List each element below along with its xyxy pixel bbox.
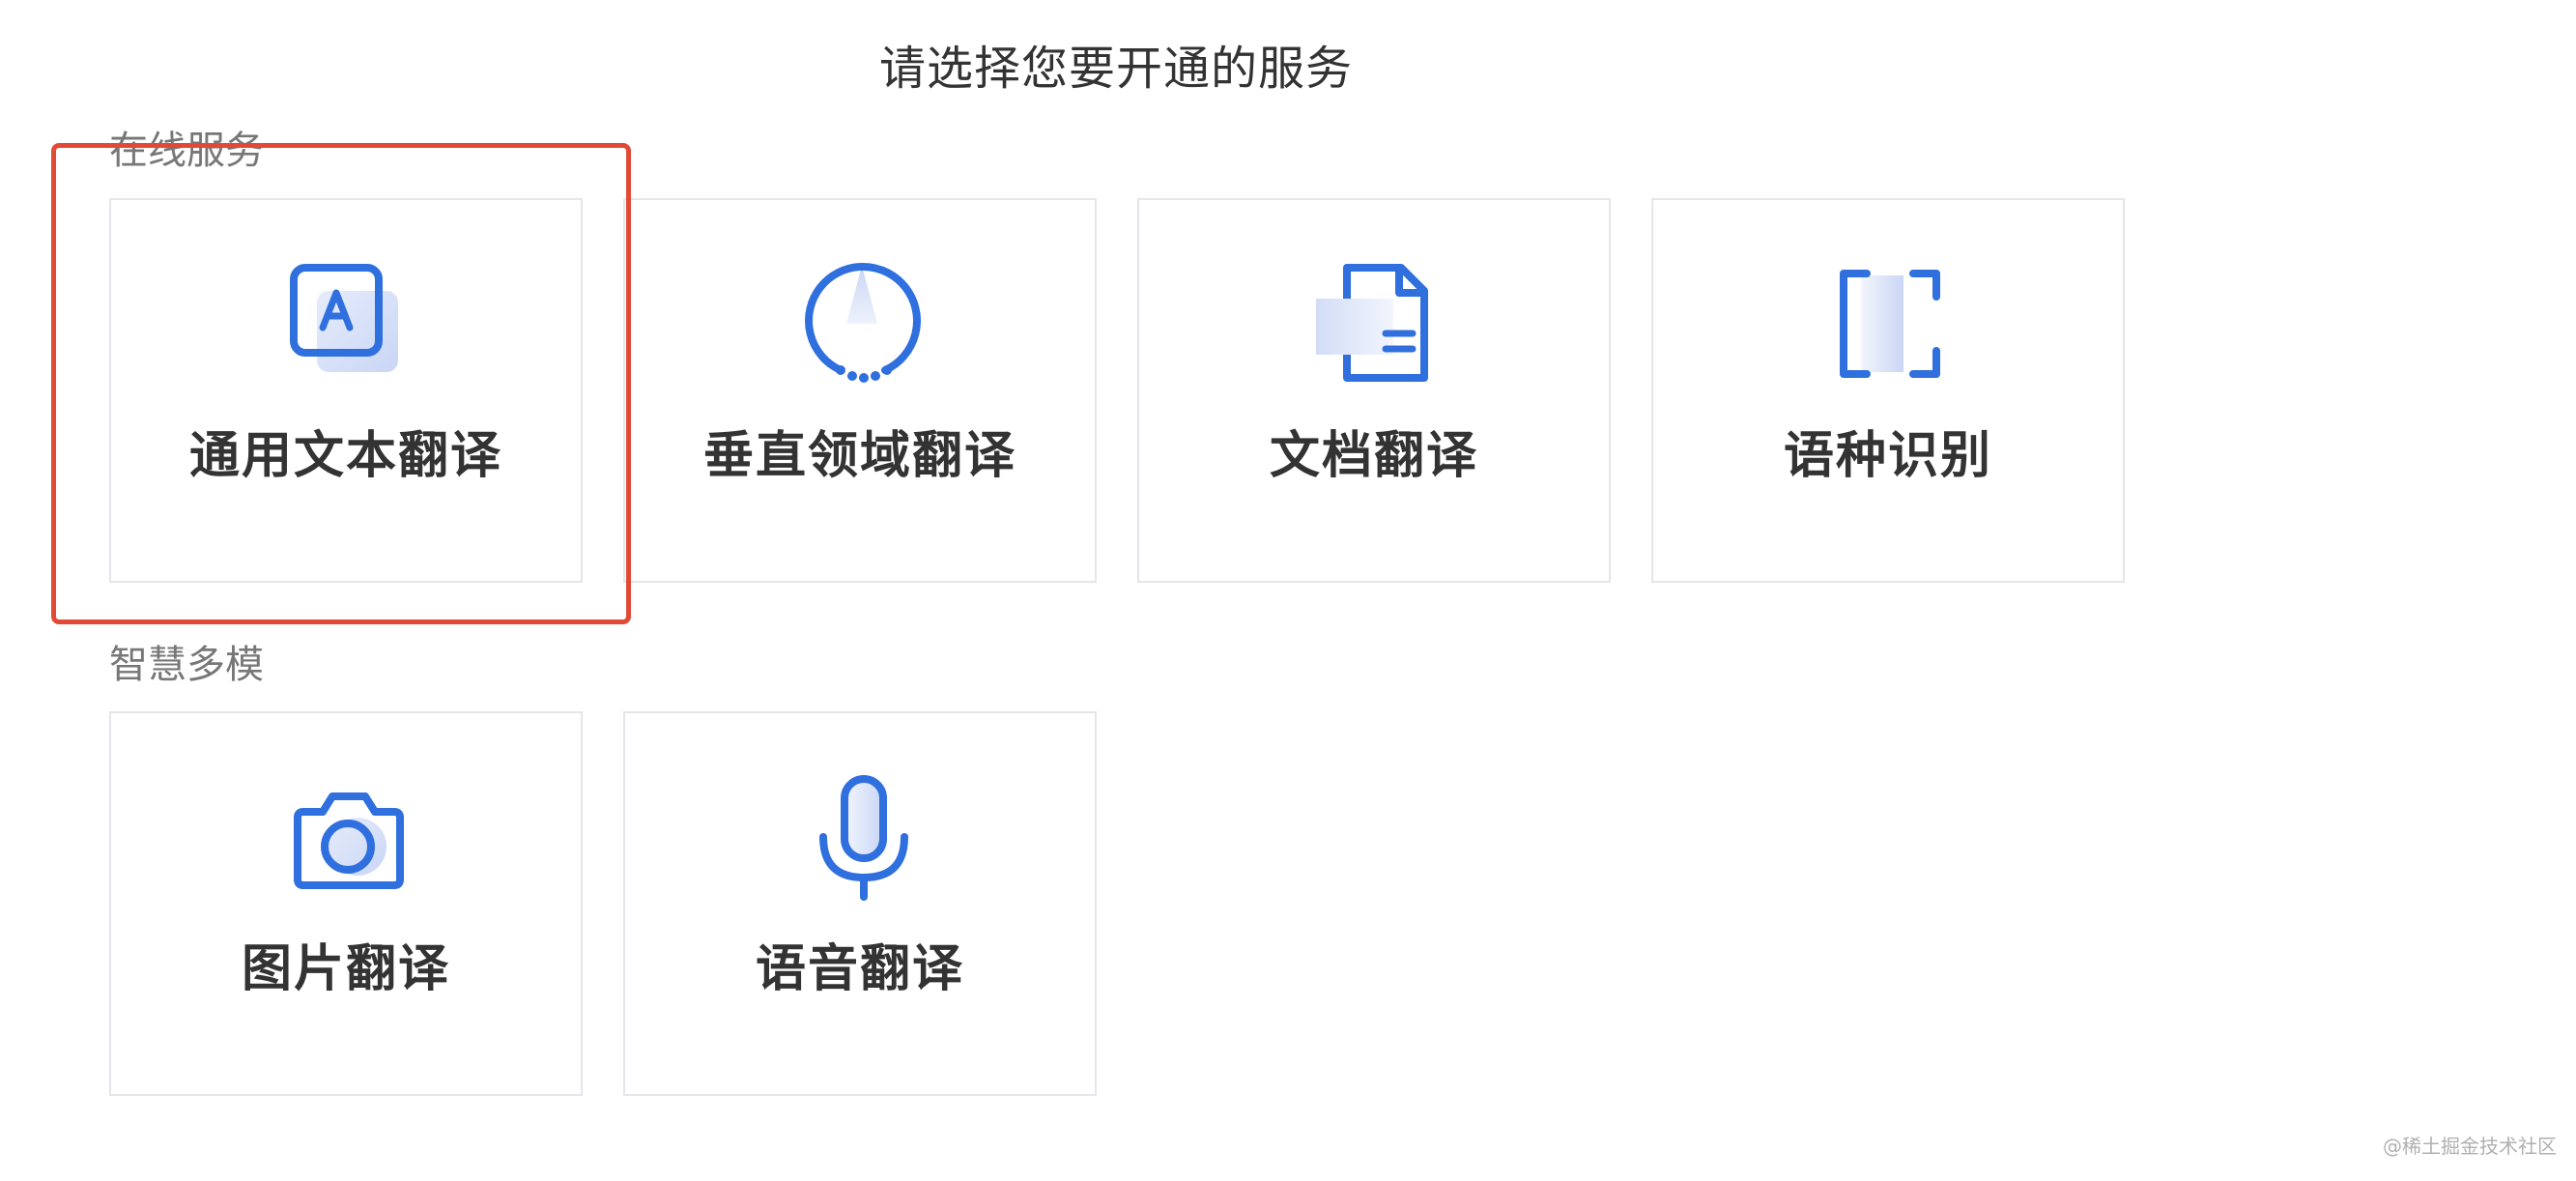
section-label-online-services: 在线服务 — [109, 129, 264, 173]
language-detect-icon — [1822, 256, 1958, 391]
document-icon — [1308, 256, 1444, 391]
domain-compass-icon — [794, 256, 930, 391]
service-card-image-translation[interactable]: 图片翻译 — [109, 711, 583, 1096]
card-label: 垂直领域翻译 — [702, 427, 1016, 485]
card-label: 图片翻译 — [241, 940, 450, 998]
card-label: 文档翻译 — [1269, 427, 1478, 485]
card-label: 通用文本翻译 — [188, 427, 502, 485]
card-label: 语音翻译 — [755, 940, 964, 998]
service-card-voice-translation[interactable]: 语音翻译 — [623, 711, 1097, 1096]
camera-icon — [280, 769, 415, 905]
service-card-general-text-translation[interactable]: 通用文本翻译 — [109, 198, 583, 583]
watermark: @稀土掘金技术社区 — [2383, 1135, 2557, 1158]
card-label: 语种识别 — [1783, 427, 1992, 485]
microphone-icon — [794, 769, 930, 905]
page-title: 请选择您要开通的服务 — [878, 42, 1353, 96]
service-card-domain-translation[interactable]: 垂直领域翻译 — [623, 198, 1097, 583]
section-label-smart-multimodal: 智慧多模 — [109, 643, 264, 687]
text-translate-icon — [280, 256, 415, 391]
service-card-document-translation[interactable]: 文档翻译 — [1137, 198, 1611, 583]
service-card-language-detection[interactable]: 语种识别 — [1651, 198, 2125, 583]
